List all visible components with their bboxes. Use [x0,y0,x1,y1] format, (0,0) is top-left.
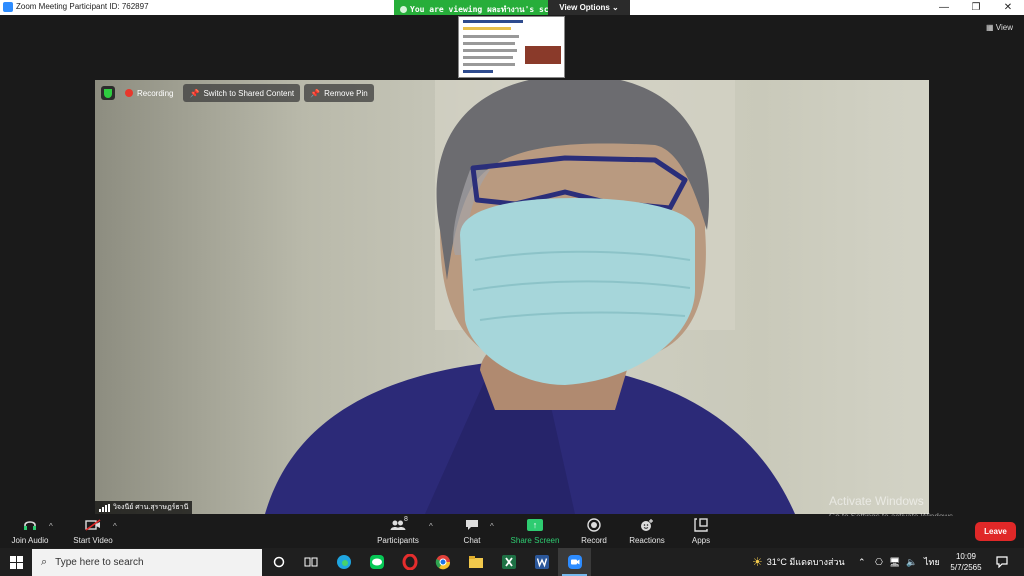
zoom-taskbar-icon[interactable] [558,548,591,576]
recording-label: Recording [137,88,174,98]
participants-icon: 8 [390,516,408,534]
watermark-title: Activate Windows [829,494,924,508]
excel-icon[interactable] [492,548,525,576]
thumb-text-line [463,42,515,45]
weather-sun-icon: ☀ [752,555,763,569]
participants-count: 8 [404,516,408,523]
task-view-icon[interactable] [294,548,327,576]
system-tray-icons: ⎔ 🖥 🔈 [875,548,918,576]
meeting-toolbar: Join Audio ^ Start Video ^ 8 Participant… [0,516,1024,548]
pin-icon: 📌 [189,88,200,98]
remove-pin-button[interactable]: 📌 Remove Pin [304,84,374,102]
edge-browser-icon[interactable] [327,548,360,576]
participants-options-chevron-icon[interactable]: ^ [429,522,433,531]
thumb-text-line [463,49,517,52]
chrome-browser-icon[interactable] [426,548,459,576]
view-options-button[interactable]: View Options ⌄ [548,0,630,15]
video-options-chevron-icon[interactable]: ^ [113,522,117,531]
headphones-icon [23,516,37,534]
taskbar-search-box[interactable]: ⌕ Type here to search [32,549,262,576]
record-button[interactable]: Record [578,516,610,548]
chat-bubble-icon [465,516,479,534]
window-title: Zoom Meeting Participant ID: 762897 [16,2,149,11]
recording-dot-icon [125,89,133,97]
participant-name: วิจงนีย์ ศาน.สุราษฎร์ธานี [113,504,189,511]
input-language[interactable]: ไทย [924,548,940,576]
windows-taskbar: ⌕ Type here to search ☀ 31°C มีแดดบางส่ว… [0,548,1024,576]
video-off-icon [85,516,101,534]
share-screen-icon: ↑ [527,516,543,534]
thumb-highlight-line [463,27,511,30]
thumb-text-line [463,35,519,38]
chat-button[interactable]: Chat [456,516,488,548]
apps-label: Apps [691,536,711,545]
reactions-label: Reactions [629,536,665,545]
viewing-text: You are viewing ผละทำงาน's screen [410,5,548,14]
thumb-text-line [463,63,515,66]
chat-options-chevron-icon[interactable]: ^ [490,522,494,531]
close-button[interactable]: ✕ [993,0,1023,15]
thumb-text-line [463,56,513,59]
line-app-icon[interactable] [360,548,393,576]
share-screen-label: Share Screen [510,536,560,545]
record-icon [587,516,601,534]
search-icon: ⌕ [41,556,48,568]
share-screen-button[interactable]: ↑ Share Screen [508,516,562,548]
video-overlay-controls: Recording 📌 Switch to Shared Content 📌 R… [95,80,374,106]
thumb-header-line [463,20,523,23]
participant-video[interactable]: Recording 📌 Switch to Shared Content 📌 R… [95,80,929,514]
switch-shared-label: Switch to Shared Content [203,88,295,98]
word-icon[interactable] [525,548,558,576]
zoom-app-icon [3,2,13,12]
weather-widget[interactable]: ☀ 31°C มีแดดบางส่วน [752,548,845,576]
notifications-icon[interactable] [996,548,1008,576]
shared-screen-thumbnail[interactable] [458,16,565,78]
network-icon[interactable]: 🖥 [889,557,900,568]
start-button[interactable] [0,548,32,576]
reactions-button[interactable]: Reactions [626,516,668,548]
show-hidden-icons-chevron-icon[interactable]: ⌃ [858,548,866,576]
meet-now-icon[interactable]: ⎔ [875,557,883,568]
switch-shared-content-button[interactable]: 📌 Switch to Shared Content [183,84,301,102]
windows-logo-icon [9,555,23,569]
signal-strength-icon [99,503,110,512]
thumb-text-line [463,70,493,73]
leave-meeting-button[interactable]: Leave [975,522,1016,541]
screen-share-banner: You are viewing ผละทำงาน's screen View O… [394,0,630,15]
search-placeholder: Type here to search [55,557,144,568]
security-shield-icon [101,86,115,100]
weather-text: 31°C มีแดดบางส่วน [766,557,845,567]
participant-name-tag: วิจงนีย์ ศาน.สุราษฎร์ธานี [95,501,193,514]
share-status-icon [400,6,407,13]
view-layout-button[interactable]: ▦ View [986,23,1013,32]
maximize-button[interactable]: ❐ [961,0,991,15]
chat-label: Chat [463,536,481,545]
remove-pin-label: Remove Pin [324,88,368,98]
thumb-photo [525,46,561,64]
pin-icon: 📌 [310,88,321,98]
record-label: Record [581,536,607,545]
opera-browser-icon[interactable] [393,548,426,576]
recording-indicator[interactable]: Recording [119,84,179,102]
clock-time: 10:09 [955,552,977,561]
participant-video-frame [265,80,795,514]
apps-button[interactable]: Apps [686,516,716,548]
volume-icon[interactable]: 🔈 [906,557,917,568]
audio-options-chevron-icon[interactable]: ^ [49,522,53,531]
file-explorer-icon[interactable] [459,548,492,576]
taskbar-clock[interactable]: 10:09 5/7/2565 [944,551,988,573]
participants-button[interactable]: 8 Participants [374,516,422,548]
participants-label: Participants [377,536,419,545]
join-audio-button[interactable]: Join Audio [8,516,52,548]
apps-icon [694,516,708,534]
clock-date: 5/7/2565 [950,563,982,572]
join-audio-label: Join Audio [11,536,49,545]
viewing-indicator: You are viewing ผละทำงาน's screen [394,0,548,15]
smiley-plus-icon [640,516,654,534]
start-video-label: Start Video [73,536,113,545]
minimize-button[interactable]: — [929,0,959,15]
cortana-icon[interactable] [262,548,295,576]
start-video-button[interactable]: Start Video [70,516,116,548]
